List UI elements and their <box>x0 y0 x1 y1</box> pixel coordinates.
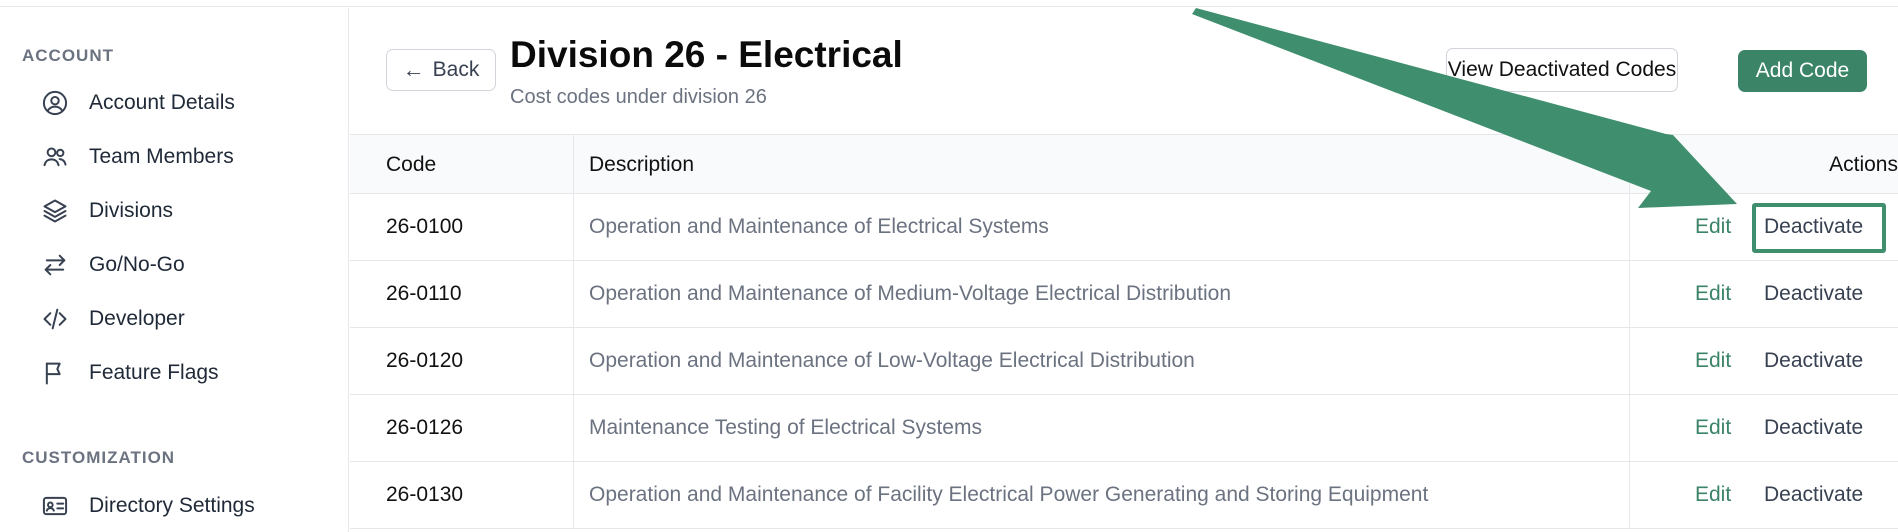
column-divider <box>1629 395 1630 461</box>
edit-link[interactable]: Edit <box>1695 395 1731 461</box>
sidebar-item-label: Directory Settings <box>89 494 255 517</box>
sidebar-item-label: Account Details <box>89 91 235 114</box>
user-circle-icon <box>38 86 72 120</box>
column-divider <box>573 328 574 394</box>
cell-code: 26-0126 <box>386 416 464 439</box>
column-divider <box>1629 261 1630 327</box>
table-row: 26-0100 Operation and Maintenance of Ele… <box>350 194 1898 261</box>
page-subtitle: Cost codes under division 26 <box>510 86 767 108</box>
back-button[interactable]: ← Back <box>386 49 496 91</box>
sidebar-item-go-no-go[interactable]: Go/No-Go <box>38 243 338 287</box>
table-row: 26-0120 Operation and Maintenance of Low… <box>350 328 1898 395</box>
edit-link[interactable]: Edit <box>1695 462 1731 528</box>
column-divider <box>573 261 574 327</box>
column-divider <box>1629 135 1630 193</box>
column-divider <box>1629 462 1630 528</box>
sidebar-item-developer[interactable]: Developer <box>38 297 338 341</box>
sidebar-item-divisions[interactable]: Divisions <box>38 189 338 233</box>
section-heading-account: ACCOUNT <box>22 46 114 65</box>
edit-link[interactable]: Edit <box>1695 194 1731 260</box>
table-row: 26-0110 Operation and Maintenance of Med… <box>350 261 1898 328</box>
column-divider <box>573 135 574 193</box>
table-row: 26-0130 Operation and Maintenance of Fac… <box>350 462 1898 529</box>
column-header-actions: Actions <box>1829 152 1898 176</box>
code-icon <box>38 302 72 336</box>
view-deactivated-codes-button[interactable]: View Deactivated Codes <box>1446 48 1678 92</box>
sidebar-item-feature-flags[interactable]: Feature Flags <box>38 351 338 395</box>
section-heading-customization: CUSTOMIZATION <box>22 448 176 467</box>
deactivate-link[interactable]: Deactivate <box>1764 395 1863 461</box>
arrows-swap-icon <box>38 248 72 282</box>
table-header: Code Description Actions <box>350 134 1898 194</box>
sidebar-item-label: Go/No-Go <box>89 253 185 276</box>
sidebar-item-team-members[interactable]: Team Members <box>38 135 338 179</box>
main-content: ← Back Division 26 - Electrical Cost cod… <box>350 8 1898 532</box>
deactivate-link[interactable]: Deactivate <box>1764 462 1863 528</box>
deactivate-link[interactable]: Deactivate <box>1764 194 1863 260</box>
sidebar-item-label: Feature Flags <box>89 361 219 384</box>
column-divider <box>573 194 574 260</box>
page-title: Division 26 - Electrical <box>510 34 903 75</box>
cell-description: Operation and Maintenance of Low-Voltage… <box>589 349 1195 372</box>
sidebar-item-label: Team Members <box>89 145 234 168</box>
column-divider <box>1629 328 1630 394</box>
layers-icon <box>38 194 72 228</box>
cell-code: 26-0110 <box>386 282 462 305</box>
cell-description: Operation and Maintenance of Facility El… <box>589 483 1429 506</box>
cell-code: 26-0130 <box>386 483 464 506</box>
table-row: 26-0126 Maintenance Testing of Electrica… <box>350 395 1898 462</box>
top-border <box>0 0 1898 7</box>
add-code-button[interactable]: Add Code <box>1738 50 1867 92</box>
sidebar-item-account-details[interactable]: Account Details <box>38 81 338 125</box>
column-divider <box>1629 194 1630 260</box>
column-header-code: Code <box>386 152 437 176</box>
cell-description: Operation and Maintenance of Electrical … <box>589 215 1049 238</box>
cell-description: Maintenance Testing of Electrical System… <box>589 416 982 439</box>
sidebar-item-label: Divisions <box>89 199 174 222</box>
cell-description: Operation and Maintenance of Medium-Volt… <box>589 282 1232 305</box>
arrow-left-icon: ← <box>402 57 425 82</box>
cost-codes-table: Code Description Actions 26-0100 Operati… <box>350 134 1898 529</box>
cell-code: 26-0100 <box>386 215 464 238</box>
flag-icon <box>38 356 72 390</box>
users-icon <box>38 140 72 174</box>
edit-link[interactable]: Edit <box>1695 328 1731 394</box>
column-divider <box>573 395 574 461</box>
cell-code: 26-0120 <box>386 349 464 372</box>
id-card-icon <box>38 489 72 523</box>
settings-sidebar: ACCOUNT Account Details Team Members Div… <box>0 8 349 532</box>
column-header-description: Description <box>589 152 695 176</box>
edit-link[interactable]: Edit <box>1695 261 1731 327</box>
column-divider <box>573 462 574 528</box>
deactivate-link[interactable]: Deactivate <box>1764 328 1863 394</box>
deactivate-link[interactable]: Deactivate <box>1764 261 1863 327</box>
back-button-label: Back <box>432 58 480 81</box>
sidebar-item-directory-settings[interactable]: Directory Settings <box>38 484 338 528</box>
sidebar-item-label: Developer <box>89 307 185 330</box>
